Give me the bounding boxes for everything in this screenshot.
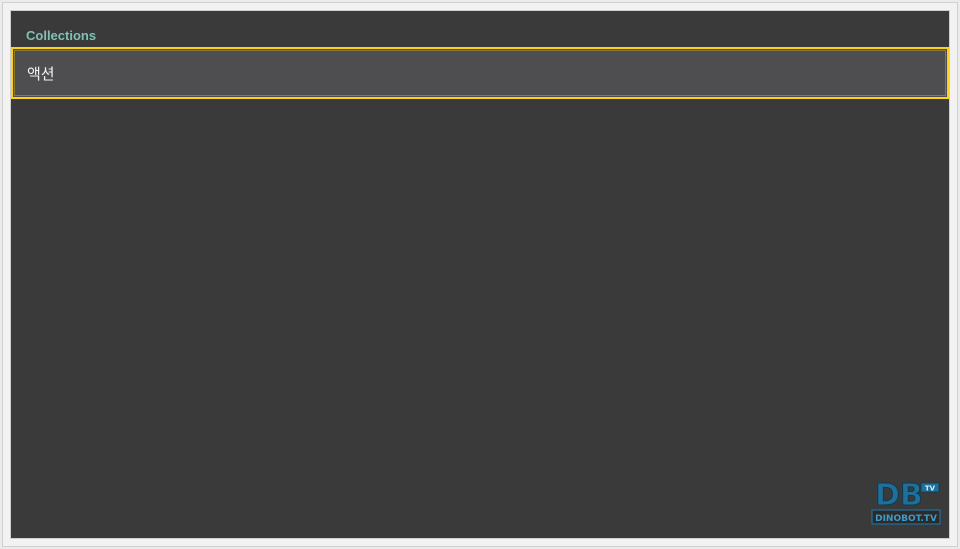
svg-text:DB: DB xyxy=(875,478,923,513)
list-item-label: 액션 xyxy=(27,65,55,83)
svg-text:TV: TV xyxy=(925,485,936,493)
dinobot-logo: DB TV DINOBOT.TV xyxy=(871,473,943,531)
svg-text:DINOBOT.TV: DINOBOT.TV xyxy=(875,514,937,524)
list-item-action[interactable]: 액션 xyxy=(11,47,949,99)
collections-header: Collections xyxy=(26,28,97,43)
app-screen: Collections 액션 DB TV DINOBOT.TV xyxy=(11,11,949,538)
tv-badge: TV xyxy=(920,482,940,493)
